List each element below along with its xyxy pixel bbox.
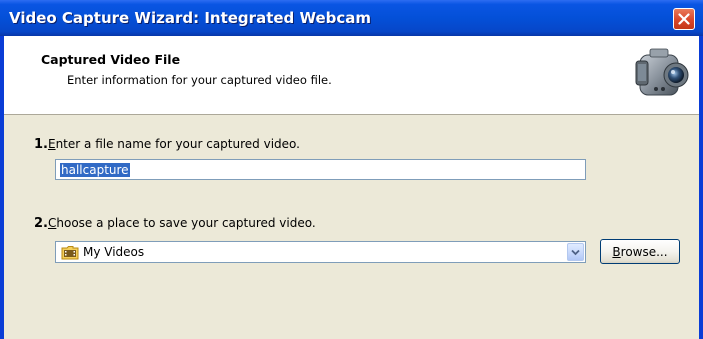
- folder-icon: [61, 246, 79, 260]
- window-title: Video Capture Wizard: Integrated Webcam: [9, 9, 372, 27]
- page-subtitle: Enter information for your captured vide…: [67, 73, 332, 87]
- save-location-dropdown[interactable]: My Videos: [55, 241, 586, 263]
- wizard-window: Video Capture Wizard: Integrated Webcam …: [0, 0, 703, 339]
- step-2-label: 2.Choose a place to save your captured v…: [34, 216, 316, 231]
- browse-button[interactable]: Browse...: [600, 239, 680, 264]
- wizard-header: Captured Video File Enter information fo…: [4, 36, 699, 115]
- dropdown-button[interactable]: [567, 243, 584, 261]
- filename-value: hallcapture: [60, 163, 130, 177]
- step-1-label: 1.Enter a file name for your captured vi…: [34, 137, 300, 152]
- page-title: Captured Video File: [41, 52, 181, 67]
- chevron-down-icon: [571, 249, 580, 256]
- title-bar[interactable]: Video Capture Wizard: Integrated Webcam: [0, 0, 703, 36]
- wizard-body: Captured Video File Enter information fo…: [4, 36, 699, 339]
- filename-input[interactable]: hallcapture: [55, 159, 586, 180]
- close-icon: [678, 13, 690, 25]
- close-button[interactable]: [673, 8, 695, 30]
- camcorder-icon: [635, 48, 689, 96]
- save-location-value: My Videos: [83, 245, 145, 259]
